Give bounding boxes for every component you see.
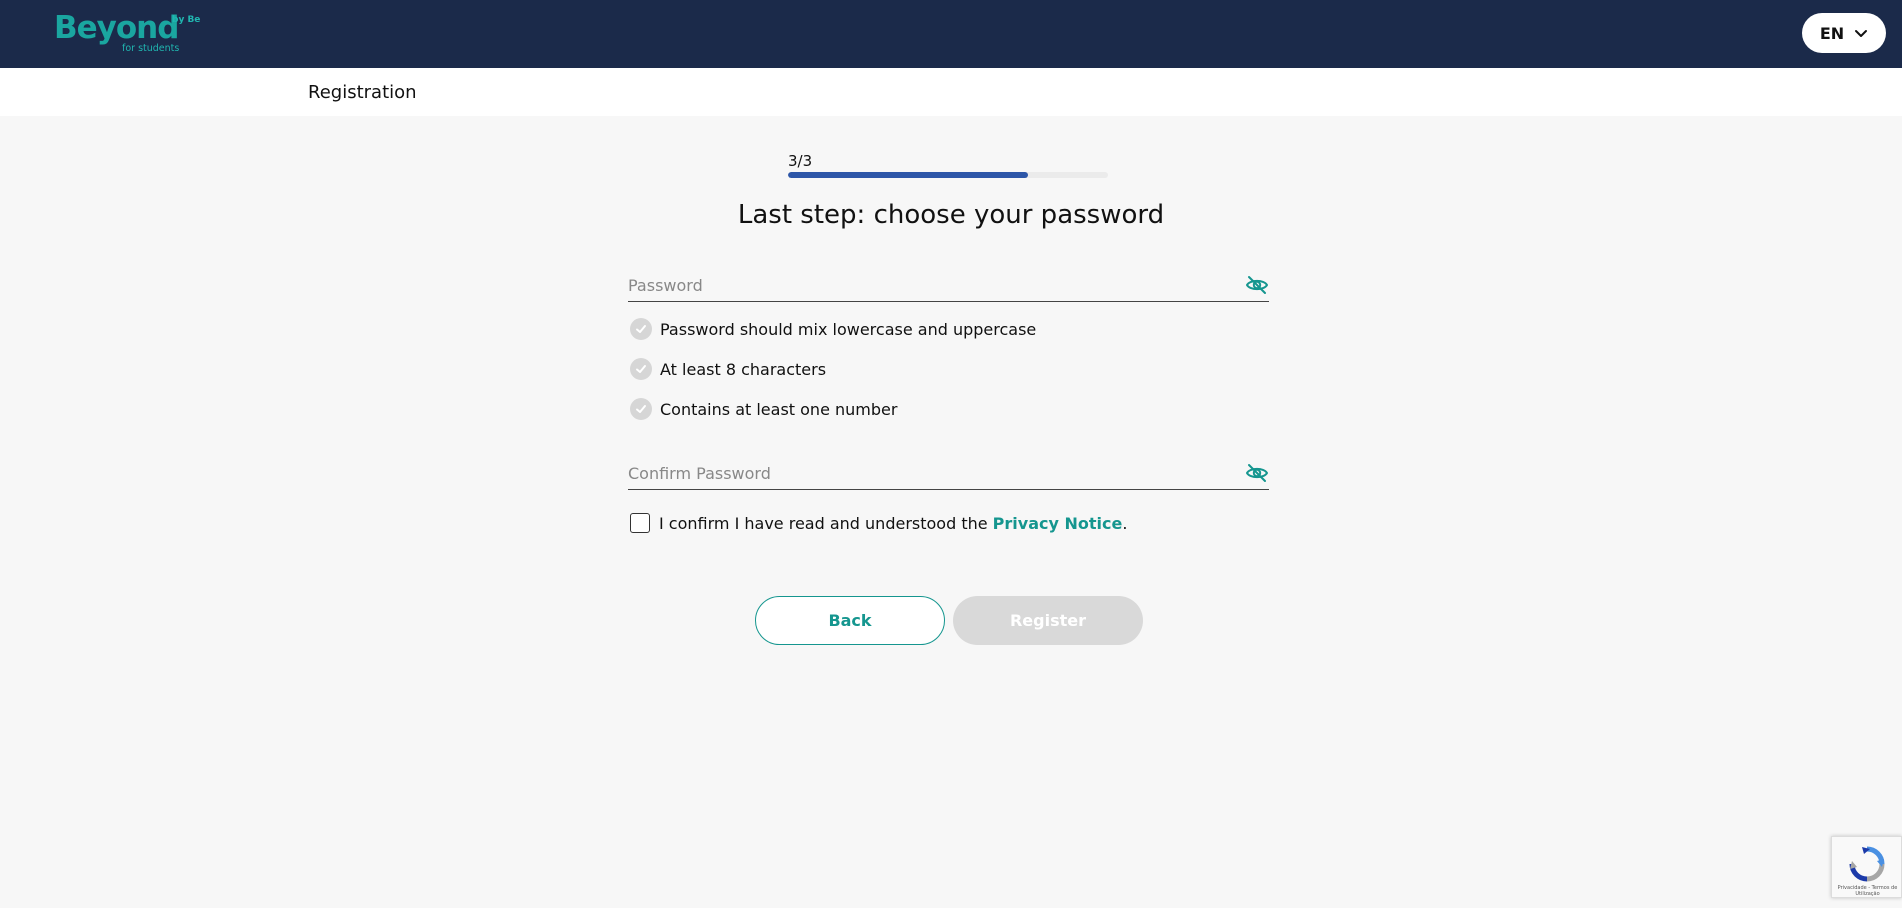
rule-label: Password should mix lowercase and upperc… bbox=[660, 319, 1037, 339]
consent-suffix: . bbox=[1122, 513, 1128, 533]
privacy-notice-link[interactable]: Privacy Notice bbox=[993, 514, 1123, 533]
recaptcha-icon bbox=[1849, 846, 1885, 882]
consent-label: I confirm I have read and understood the bbox=[659, 513, 988, 533]
top-navbar: Beyond by Be for students EN bbox=[0, 0, 1902, 68]
recaptcha-links[interactable]: Privacidade - Termos de Utilização bbox=[1834, 885, 1901, 897]
confirm-password-input[interactable] bbox=[628, 462, 1218, 484]
eye-off-icon[interactable] bbox=[1245, 461, 1269, 485]
logo-byline: by Be bbox=[172, 15, 201, 25]
page-title: Registration bbox=[308, 82, 417, 103]
rule-label: Contains at least one number bbox=[660, 399, 898, 419]
register-button[interactable]: Register bbox=[953, 596, 1143, 645]
consent-text: I confirm I have read and understood the… bbox=[659, 514, 1127, 533]
chevron-down-icon bbox=[1855, 30, 1868, 37]
back-button[interactable]: Back bbox=[755, 596, 945, 645]
check-circle-icon bbox=[630, 398, 652, 420]
privacy-consent-checkbox[interactable] bbox=[630, 513, 650, 533]
step-counter: 3/3 bbox=[788, 152, 813, 170]
recaptcha-badge[interactable]: Privacidade - Termos de Utilização bbox=[1831, 836, 1902, 898]
beyond-logo[interactable]: Beyond by Be for students bbox=[54, 10, 204, 56]
password-field bbox=[628, 268, 1269, 302]
confirm-password-field bbox=[628, 456, 1269, 490]
password-input[interactable] bbox=[628, 274, 1218, 296]
form-heading: Last step: choose your password bbox=[737, 200, 1165, 230]
check-circle-icon bbox=[630, 358, 652, 380]
eye-off-icon[interactable] bbox=[1245, 273, 1269, 297]
password-rule-length: At least 8 characters bbox=[630, 358, 826, 380]
password-rule-number: Contains at least one number bbox=[630, 398, 897, 420]
language-label: EN bbox=[1819, 23, 1845, 43]
logo-wordmark: Beyond bbox=[54, 10, 179, 46]
rule-label: At least 8 characters bbox=[660, 359, 827, 379]
password-rule-case: Password should mix lowercase and upperc… bbox=[630, 318, 1036, 340]
logo-tagline: for students bbox=[122, 43, 180, 54]
progress-bar-fill bbox=[788, 172, 1028, 178]
language-selector[interactable]: EN bbox=[1802, 13, 1886, 53]
sub-header: Registration bbox=[0, 68, 1902, 116]
check-circle-icon bbox=[630, 318, 652, 340]
progress-bar bbox=[788, 172, 1108, 178]
privacy-consent: I confirm I have read and understood the… bbox=[630, 513, 1127, 533]
